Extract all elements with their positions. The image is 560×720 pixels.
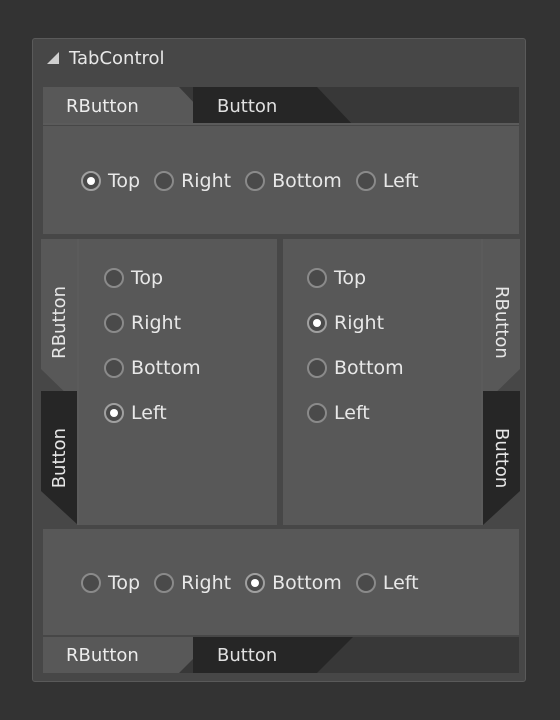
right-tab-content: Top Right Bottom Left [283, 239, 481, 525]
top-radio-bottom[interactable]: Bottom [245, 170, 342, 192]
panel-header[interactable]: TabControl [33, 39, 525, 81]
bottom-radio-bottom[interactable]: Bottom [245, 572, 342, 594]
bottom-radio-left[interactable]: Left [355, 572, 419, 594]
left-radio-top[interactable]: Top [104, 255, 201, 300]
top-radio-left[interactable]: Left [355, 170, 419, 192]
panel-title: TabControl [69, 48, 165, 69]
radio-circle[interactable] [307, 402, 327, 423]
radio-circle[interactable] [104, 402, 124, 423]
radio-circle[interactable] [104, 312, 124, 333]
top-tab-strip: RButton Button [43, 87, 519, 125]
radio-circle[interactable] [307, 312, 327, 333]
radio-circle[interactable] [245, 573, 266, 593]
left-radio-right[interactable]: Right [104, 300, 201, 345]
right-radio-group: Top Right Bottom Left [307, 255, 404, 435]
left-radio-bottom[interactable]: Bottom [104, 345, 201, 390]
top-radio-right[interactable]: Right [154, 170, 231, 192]
left-radio-group: Top Right Bottom Left [104, 255, 201, 435]
right-radio-left[interactable]: Left [307, 390, 404, 435]
top-radio-group: Top Right Bottom Left [81, 170, 433, 192]
radio-circle[interactable] [104, 357, 124, 378]
radio-circle[interactable] [154, 573, 175, 593]
radio-circle[interactable] [307, 267, 327, 288]
top-tab-content: Top Right Bottom Left [43, 126, 519, 234]
left-tab-rbutton[interactable]: RButton [41, 239, 78, 405]
bottom-radio-right[interactable]: Right [154, 572, 231, 594]
radio-circle[interactable] [307, 357, 327, 378]
radio-circle[interactable] [81, 573, 101, 593]
right-radio-right[interactable]: Right [307, 300, 404, 345]
tabcontrol-panel: TabControl RButton Button Top Right Bott… [32, 38, 526, 682]
radio-circle[interactable] [104, 267, 124, 288]
right-radio-top[interactable]: Top [307, 255, 404, 300]
bottom-tab-button[interactable]: Button [193, 637, 353, 673]
bottom-tab-rbutton[interactable]: RButton [43, 637, 215, 673]
radio-circle[interactable] [355, 171, 376, 191]
left-tab-content: Top Right Bottom Left [79, 239, 277, 525]
collapse-triangle-icon[interactable] [47, 52, 59, 64]
right-radio-bottom[interactable]: Bottom [307, 345, 404, 390]
bottom-tab-strip: RButton Button [43, 637, 519, 673]
top-radio-top[interactable]: Top [81, 170, 140, 192]
left-tab-button[interactable]: Button [41, 391, 78, 525]
left-radio-left[interactable]: Left [104, 390, 201, 435]
radio-circle[interactable] [245, 171, 266, 191]
bottom-radio-top[interactable]: Top [81, 572, 140, 594]
radio-circle[interactable] [355, 573, 376, 593]
top-tab-button[interactable]: Button [193, 87, 353, 125]
right-tab-button[interactable]: Button [483, 391, 520, 525]
top-tab-underline [43, 123, 519, 125]
radio-circle[interactable] [154, 171, 175, 191]
bottom-tab-content: Top Right Bottom Left [43, 529, 519, 635]
top-tab-rbutton[interactable]: RButton [43, 87, 215, 125]
radio-circle[interactable] [81, 171, 101, 191]
right-tab-rbutton[interactable]: RButton [483, 239, 520, 405]
bottom-radio-group: Top Right Bottom Left [81, 572, 433, 594]
right-tab-divider [481, 239, 483, 525]
